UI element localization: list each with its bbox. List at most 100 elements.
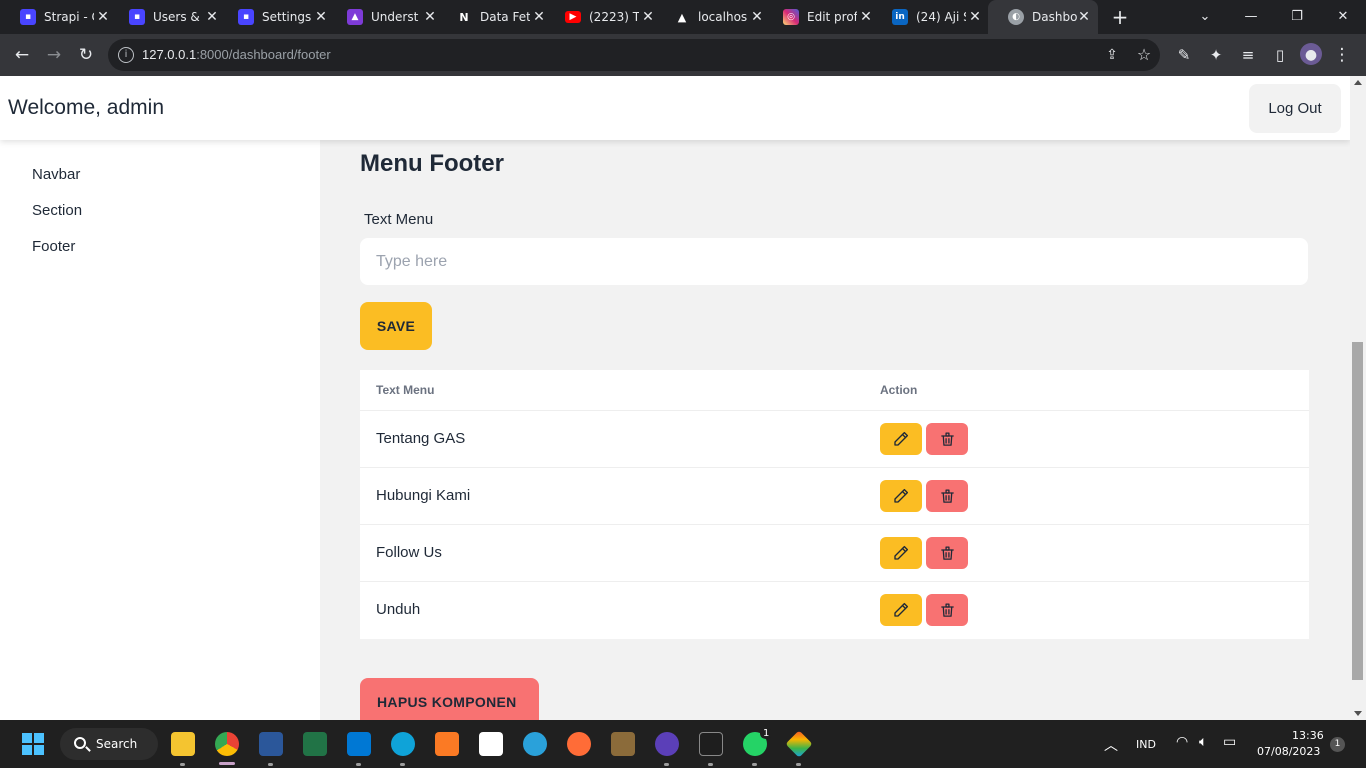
- site-info-icon[interactable]: i: [118, 47, 134, 63]
- tab-title: (2223) T: [589, 10, 639, 24]
- tab-strapi-settings[interactable]: ▪ Settings ✕: [218, 0, 335, 34]
- tab-strapi-content[interactable]: ▪ Strapi - C ✕: [0, 0, 117, 34]
- bookmark-star-icon[interactable]: ☆: [1132, 43, 1156, 67]
- pencil-icon: [894, 545, 909, 560]
- minimize-button[interactable]: —: [1228, 0, 1274, 34]
- tab-search-button[interactable]: ⌄: [1182, 0, 1228, 34]
- tab-instagram[interactable]: ◎ Edit prof ✕: [763, 0, 880, 34]
- language-indicator[interactable]: IND: [1136, 738, 1156, 751]
- clock-date[interactable]: 07/08/2023: [1257, 745, 1320, 758]
- browser-menu-icon[interactable]: ⋮: [1330, 43, 1354, 67]
- trash-icon: [940, 602, 954, 617]
- menu-text-cell: Tentang GAS: [376, 430, 466, 447]
- capcut-icon[interactable]: [479, 732, 503, 756]
- battery-icon[interactable]: ▭: [1223, 734, 1236, 750]
- tab-title: Dashbo: [1032, 10, 1078, 24]
- reload-button[interactable]: ↻: [74, 43, 98, 67]
- edit-button[interactable]: [880, 423, 922, 455]
- delete-button[interactable]: [926, 594, 968, 626]
- youtube-icon: ▶: [565, 11, 581, 23]
- chevron-up-icon[interactable]: ︿: [1104, 735, 1118, 755]
- text-menu-input[interactable]: [360, 238, 1308, 285]
- windows-start-icon[interactable]: [21, 732, 45, 756]
- tab-data-fetching[interactable]: N Data Fet ✕: [436, 0, 553, 34]
- edit-button[interactable]: [880, 594, 922, 626]
- side-panel-icon[interactable]: ▯: [1268, 43, 1292, 67]
- window-close-button[interactable]: ✕: [1320, 0, 1366, 34]
- scrollbar-thumb[interactable]: [1352, 342, 1363, 680]
- file-explorer-icon[interactable]: [171, 732, 195, 756]
- git-kraken-icon[interactable]: [785, 730, 813, 758]
- url-text[interactable]: 127.0.0.1:8000/dashboard/footer: [142, 47, 331, 62]
- postman-icon[interactable]: [567, 732, 591, 756]
- media-control-icon[interactable]: ≡: [1236, 43, 1260, 67]
- taskbar-search-label: Search: [96, 737, 138, 751]
- close-icon[interactable]: ✕: [1076, 9, 1092, 25]
- profile-avatar[interactable]: ●: [1300, 43, 1322, 65]
- delete-button[interactable]: [926, 423, 968, 455]
- pencil-icon: [894, 602, 909, 617]
- share-icon[interactable]: ⇪: [1100, 43, 1124, 67]
- sidebar-item-section[interactable]: Section: [32, 202, 82, 219]
- edit-button[interactable]: [880, 480, 922, 512]
- maximize-button[interactable]: ❐: [1274, 0, 1320, 34]
- tab-youtube[interactable]: ▶ (2223) T ✕: [545, 0, 662, 34]
- notification-badge[interactable]: 1: [1330, 737, 1345, 752]
- clock-time[interactable]: 13:36: [1292, 729, 1324, 742]
- back-button[interactable]: ←: [10, 43, 34, 67]
- vercel-icon: ▲: [674, 9, 690, 25]
- menu-text-cell: Unduh: [376, 601, 421, 618]
- telegram-icon[interactable]: [523, 732, 547, 756]
- close-icon[interactable]: ✕: [967, 9, 983, 25]
- edit-button[interactable]: [880, 537, 922, 569]
- xampp-icon[interactable]: [435, 732, 459, 756]
- column-header-action: Action: [880, 383, 918, 397]
- tab-linkedin[interactable]: in (24) Aji S ✕: [872, 0, 989, 34]
- sidebar-item-footer[interactable]: Footer: [32, 238, 75, 255]
- edge-icon[interactable]: [391, 732, 415, 756]
- address-bar[interactable]: i 127.0.0.1:8000/dashboard/footer ⇪ ☆: [108, 39, 1160, 71]
- excel-icon[interactable]: [303, 732, 327, 756]
- eyedropper-extension-icon[interactable]: ✎: [1172, 43, 1196, 67]
- running-indicator: [664, 763, 669, 766]
- word-icon[interactable]: [259, 732, 283, 756]
- trash-icon: [940, 488, 954, 503]
- tab-strapi-users[interactable]: ▪ Users & ✕: [109, 0, 226, 34]
- trash-icon: [940, 431, 954, 446]
- delete-button[interactable]: [926, 480, 968, 512]
- tab-understanding[interactable]: ▲ Underst ✕: [327, 0, 444, 34]
- tab-localhost[interactable]: ▲ localhos ✕: [654, 0, 771, 34]
- running-indicator: [796, 763, 801, 766]
- table-row: Unduh: [360, 582, 1309, 639]
- browser-toolbar: ← → ↻ i 127.0.0.1:8000/dashboard/footer …: [0, 34, 1366, 76]
- save-button[interactable]: SAVE: [360, 302, 432, 350]
- sidebar-item-navbar[interactable]: Navbar: [32, 166, 80, 183]
- delete-component-button[interactable]: HAPUS KOMPONEN: [360, 678, 539, 720]
- delete-button[interactable]: [926, 537, 968, 569]
- whatsapp-badge: 1: [760, 728, 773, 739]
- pencil-icon: [894, 488, 909, 503]
- vscode-icon[interactable]: [347, 732, 371, 756]
- wifi-icon[interactable]: ◠: [1176, 734, 1188, 750]
- chrome-icon[interactable]: [215, 732, 239, 756]
- game-app-icon[interactable]: [611, 732, 635, 756]
- forward-button[interactable]: →: [42, 43, 66, 67]
- page-viewport: Welcome, admin Log Out Navbar Section Fo…: [0, 76, 1350, 720]
- logout-button[interactable]: Log Out: [1249, 84, 1341, 133]
- eclipse-icon[interactable]: [655, 732, 679, 756]
- terminal-icon[interactable]: [699, 732, 723, 756]
- page-scrollbar[interactable]: [1350, 76, 1366, 720]
- scroll-up-arrow-icon[interactable]: [1354, 80, 1362, 85]
- extensions-puzzle-icon[interactable]: ✦: [1204, 43, 1228, 67]
- table-row: Follow Us: [360, 525, 1309, 582]
- browser-tab-strip: ▪ Strapi - C ✕ ▪ Users & ✕ ▪ Settings ✕ …: [0, 0, 1366, 34]
- new-tab-button[interactable]: +: [1108, 5, 1132, 29]
- taskbar-search[interactable]: Search: [60, 728, 158, 760]
- scroll-down-arrow-icon[interactable]: [1354, 711, 1362, 716]
- volume-icon[interactable]: 🔈︎: [1199, 734, 1207, 750]
- tab-dashboard[interactable]: ◐ Dashbo ✕: [988, 0, 1098, 34]
- tab-title: Settings: [262, 10, 312, 24]
- table-header: Text Menu Action: [360, 370, 1309, 411]
- os-taskbar: Search 1 ︿ IND ◠ 🔈︎ ▭ 13:36 07/08/2023 1: [0, 720, 1366, 768]
- globe-icon: ◐: [1008, 9, 1024, 25]
